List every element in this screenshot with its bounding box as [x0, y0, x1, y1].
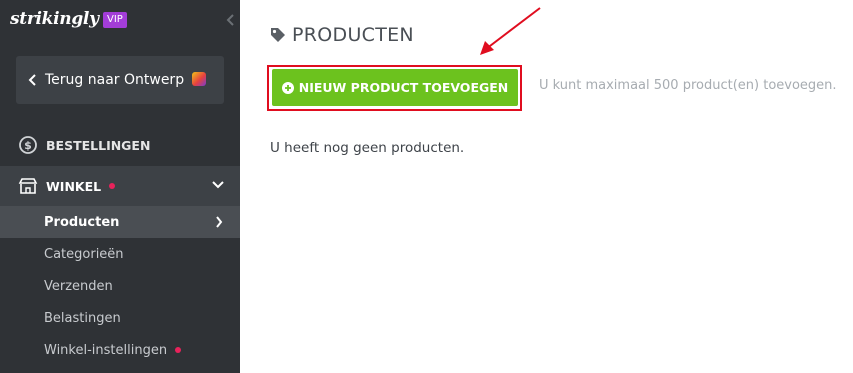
sidebar-subitem-products[interactable]: Producten [0, 206, 240, 238]
notification-dot [175, 347, 182, 353]
sidebar-subitem-label: Winkel-instellingen [44, 342, 168, 358]
add-new-product-button[interactable]: NIEUW PRODUCT TOEVOEGEN [272, 69, 518, 106]
back-to-design-button[interactable]: Terug naar Ontwerp [16, 56, 224, 104]
tag-icon [271, 28, 285, 42]
vip-badge: VIP [103, 12, 127, 28]
sidebar-item-orders-label: BESTELLINGEN [46, 137, 151, 153]
chevron-left-icon [28, 74, 36, 86]
product-limit-text: U kunt maximaal 500 product(en) toevoege… [539, 78, 837, 93]
sidebar-item-store-label: WINKEL [46, 178, 102, 194]
brand-logo[interactable]: strikingly [10, 9, 99, 29]
sidebar-subitem-store-settings[interactable]: Winkel-instellingen [0, 334, 240, 366]
sidebar-subitem-label: Producten [44, 214, 120, 230]
sidebar-item-store[interactable]: WINKEL [0, 166, 240, 206]
sidebar: strikingly VIP Terug naar Ontwerp $ BEST… [0, 0, 240, 373]
sidebar-item-orders[interactable]: $ BESTELLINGEN [0, 130, 240, 160]
plus-circle-icon [281, 81, 294, 94]
sidebar-subitem-label: Belastingen [44, 310, 121, 326]
storefront-icon [18, 178, 38, 194]
chevron-right-icon [216, 216, 223, 228]
dollar-circle-icon: $ [19, 136, 37, 154]
collapse-sidebar-icon[interactable] [224, 13, 236, 27]
back-to-design-label: Terug naar Ontwerp [45, 72, 185, 88]
add-new-product-label: NIEUW PRODUCT TOEVOEGEN [298, 80, 509, 95]
svg-text:$: $ [24, 139, 32, 152]
page-title: PRODUCTEN [270, 24, 414, 46]
notification-dot [109, 183, 116, 189]
annotation-arrow-icon [480, 7, 541, 55]
sidebar-subitem-label: Verzenden [44, 278, 113, 294]
sidebar-subitem-taxes[interactable]: Belastingen [0, 302, 240, 334]
sidebar-subitem-shipping[interactable]: Verzenden [0, 270, 240, 302]
sidebar-subitem-label: Categorieën [44, 246, 124, 262]
chevron-down-icon[interactable] [212, 180, 224, 190]
page-title-text: PRODUCTEN [292, 24, 414, 46]
sidebar-subitem-categories[interactable]: Categorieën [0, 238, 240, 270]
empty-products-message: U heeft nog geen producten. [270, 140, 465, 156]
site-thumbnail-icon [192, 72, 206, 86]
